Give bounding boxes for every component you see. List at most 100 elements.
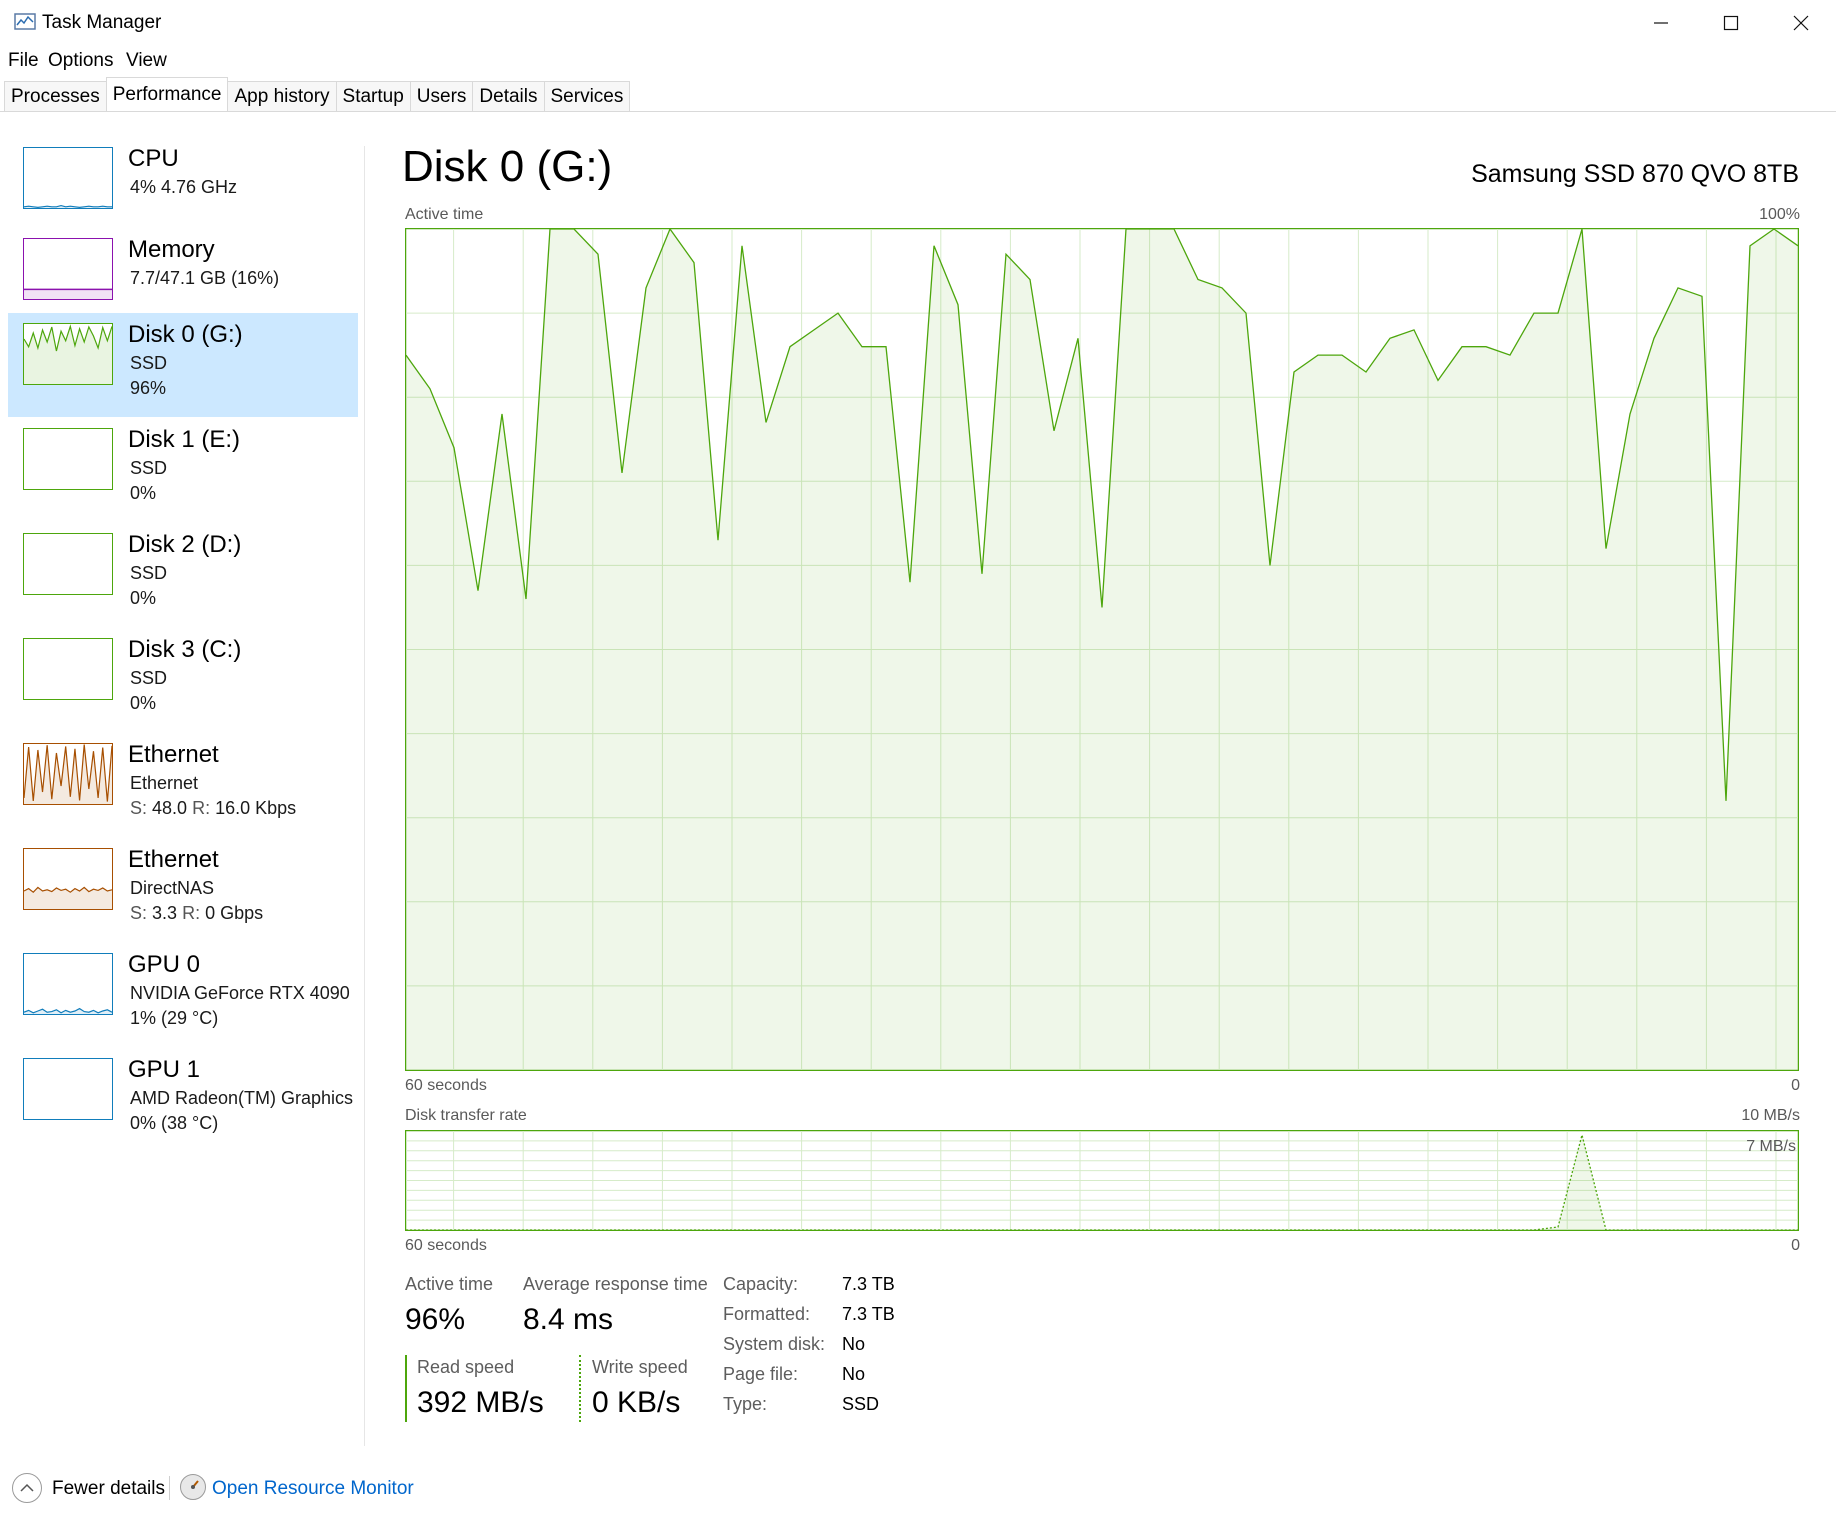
system-disk-value: No — [842, 1334, 866, 1354]
tab-app-history[interactable]: App history — [227, 81, 337, 111]
sidebar-item-usage: 1% (29 °C) — [130, 1008, 219, 1028]
sidebar-item-usage: 0% (38 °C) — [130, 1113, 219, 1133]
open-resource-monitor-link[interactable]: Open Resource Monitor — [212, 1478, 414, 1500]
close-icon — [1793, 15, 1809, 31]
active-time-label: Active time — [405, 1274, 494, 1294]
transfer-rate-chart-window: 60 seconds — [405, 1237, 487, 1254]
write-speed-marker — [579, 1355, 581, 1422]
sidebar-item-ethernet-directnas[interactable]: Ethernet DirectNAS S: 3.3 R: 0 Gbps — [8, 838, 358, 942]
tab-startup[interactable]: Startup — [335, 81, 411, 111]
maximize-icon — [1723, 15, 1739, 31]
sidebar-item-disk-1[interactable]: Disk 1 (E:) SSD 0% — [8, 418, 358, 522]
sidebar-item-name: GPU 1 — [128, 1056, 201, 1083]
transfer-rate-chart — [405, 1130, 1799, 1231]
sidebar-item-type: SSD — [130, 458, 168, 478]
sidebar-item-name: GPU 0 — [128, 951, 201, 978]
transfer-rate-chart-label: Disk transfer rate — [405, 1107, 527, 1124]
menu-view[interactable]: View — [126, 50, 167, 72]
sidebar-item-disk-3[interactable]: Disk 3 (C:) SSD 0% — [8, 628, 358, 732]
active-time-chart-label: Active time — [405, 206, 484, 223]
send-label: S: — [130, 903, 148, 923]
resource-monitor-icon[interactable] — [180, 1474, 206, 1500]
capacity-label: Capacity: — [723, 1274, 799, 1294]
menu-options[interactable]: Options — [48, 50, 113, 72]
ethernet-directnas-thumbnail-graph — [23, 848, 113, 910]
sidebar-item-name: Memory — [128, 236, 215, 263]
tab-users[interactable]: Users — [409, 81, 474, 111]
active-time-chart-max: 100% — [1759, 206, 1800, 223]
memory-thumbnail-graph — [23, 238, 113, 300]
receive-label: R: — [182, 903, 201, 923]
sidebar-item-type: SSD — [130, 353, 168, 373]
read-speed-label: Read speed — [417, 1357, 515, 1377]
send-value: 3.3 — [152, 903, 178, 923]
transfer-rate-chart-max: 10 MB/s — [1741, 1107, 1800, 1124]
fewer-details-button[interactable]: Fewer details — [52, 1478, 165, 1500]
sidebar-item-usage: 0% — [130, 483, 157, 503]
receive-value: 16.0 Kbps — [215, 798, 297, 818]
tab-processes[interactable]: Processes — [4, 81, 107, 111]
sidebar-item-model: NVIDIA GeForce RTX 4090 — [130, 983, 350, 1003]
cpu-thumbnail-graph — [23, 147, 113, 209]
sidebar-item-name: CPU — [128, 145, 179, 172]
avg-response-label: Average response time — [523, 1274, 708, 1294]
send-value: 48.0 — [152, 798, 188, 818]
footer-divider — [169, 1476, 170, 1500]
write-speed-label: Write speed — [592, 1357, 688, 1377]
chevron-up-icon[interactable] — [12, 1473, 42, 1503]
sidebar-item-detail: 4% 4.76 GHz — [130, 177, 238, 197]
tab-details[interactable]: Details — [472, 81, 545, 111]
disk-model: Samsung SSD 870 QVO 8TB — [1471, 160, 1799, 188]
minimize-icon — [1654, 22, 1668, 24]
sidebar-item-name: Disk 3 (C:) — [128, 636, 242, 663]
transfer-rate-chart-zero: 0 — [1791, 1237, 1800, 1254]
gpu-0-thumbnail-graph — [23, 953, 113, 1015]
formatted-label: Formatted: — [723, 1304, 811, 1324]
sidebar-item-detail: 7.7/47.1 GB (16%) — [130, 268, 280, 288]
window-title: Task Manager — [42, 12, 162, 33]
sidebar-item-disk-0[interactable]: Disk 0 (G:) SSD 96% — [8, 313, 358, 417]
sidebar-item-adapter: DirectNAS — [130, 878, 215, 898]
active-time-chart-zero: 0 — [1791, 1077, 1800, 1094]
sidebar-item-model: AMD Radeon(TM) Graphics — [130, 1088, 354, 1108]
active-time-value: 96% — [405, 1303, 466, 1336]
disk-0-thumbnail-graph — [23, 323, 113, 385]
task-manager-icon — [14, 13, 36, 30]
receive-label: R: — [192, 798, 211, 818]
sidebar-item-cpu[interactable]: CPU 4% 4.76 GHz — [8, 137, 358, 241]
disk-1-thumbnail-graph — [23, 428, 113, 490]
sidebar-item-name: Disk 2 (D:) — [128, 531, 242, 558]
sidebar-item-name: Disk 1 (E:) — [128, 426, 241, 453]
sidebar-item-gpu-1[interactable]: GPU 1 AMD Radeon(TM) Graphics 0% (38 °C) — [8, 1048, 358, 1152]
sidebar-item-throughput: S: 48.0 R: 16.0 Kbps — [130, 798, 296, 819]
page-title: Disk 0 (G:) — [402, 142, 613, 191]
sidebar-item-usage: 0% — [130, 693, 157, 713]
sidebar-item-type: SSD — [130, 563, 168, 583]
active-time-chart — [405, 228, 1799, 1071]
read-speed-value: 392 MB/s — [417, 1386, 544, 1419]
sidebar-item-throughput: S: 3.3 R: 0 Gbps — [130, 903, 263, 924]
menu-bar: File Options View — [0, 46, 1836, 74]
sidebar-item-name: Ethernet — [128, 741, 219, 768]
formatted-value: 7.3 TB — [842, 1304, 895, 1324]
page-file-value: No — [842, 1364, 866, 1384]
minimize-button[interactable] — [1626, 0, 1696, 46]
pane-divider — [364, 146, 365, 1446]
close-button[interactable] — [1766, 0, 1836, 46]
gpu-1-thumbnail-graph — [23, 1058, 113, 1120]
transfer-rate-scale-label: 7 MB/s — [1746, 1138, 1796, 1155]
maximize-button[interactable] — [1696, 0, 1766, 46]
disk-3-thumbnail-graph — [23, 638, 113, 700]
type-label: Type: — [723, 1394, 768, 1414]
tab-performance[interactable]: Performance — [105, 77, 229, 111]
menu-file[interactable]: File — [8, 50, 39, 72]
system-disk-label: System disk: — [723, 1334, 826, 1354]
sidebar-item-type: SSD — [130, 668, 168, 688]
sidebar-item-usage: 96% — [130, 378, 167, 398]
sidebar-item-gpu-0[interactable]: GPU 0 NVIDIA GeForce RTX 4090 1% (29 °C) — [8, 943, 358, 1047]
sidebar-item-ethernet[interactable]: Ethernet Ethernet S: 48.0 R: 16.0 Kbps — [8, 733, 358, 837]
disk-2-thumbnail-graph — [23, 533, 113, 595]
page-file-label: Page file: — [723, 1364, 799, 1384]
sidebar-item-disk-2[interactable]: Disk 2 (D:) SSD 0% — [8, 523, 358, 627]
tab-services[interactable]: Services — [543, 81, 631, 111]
